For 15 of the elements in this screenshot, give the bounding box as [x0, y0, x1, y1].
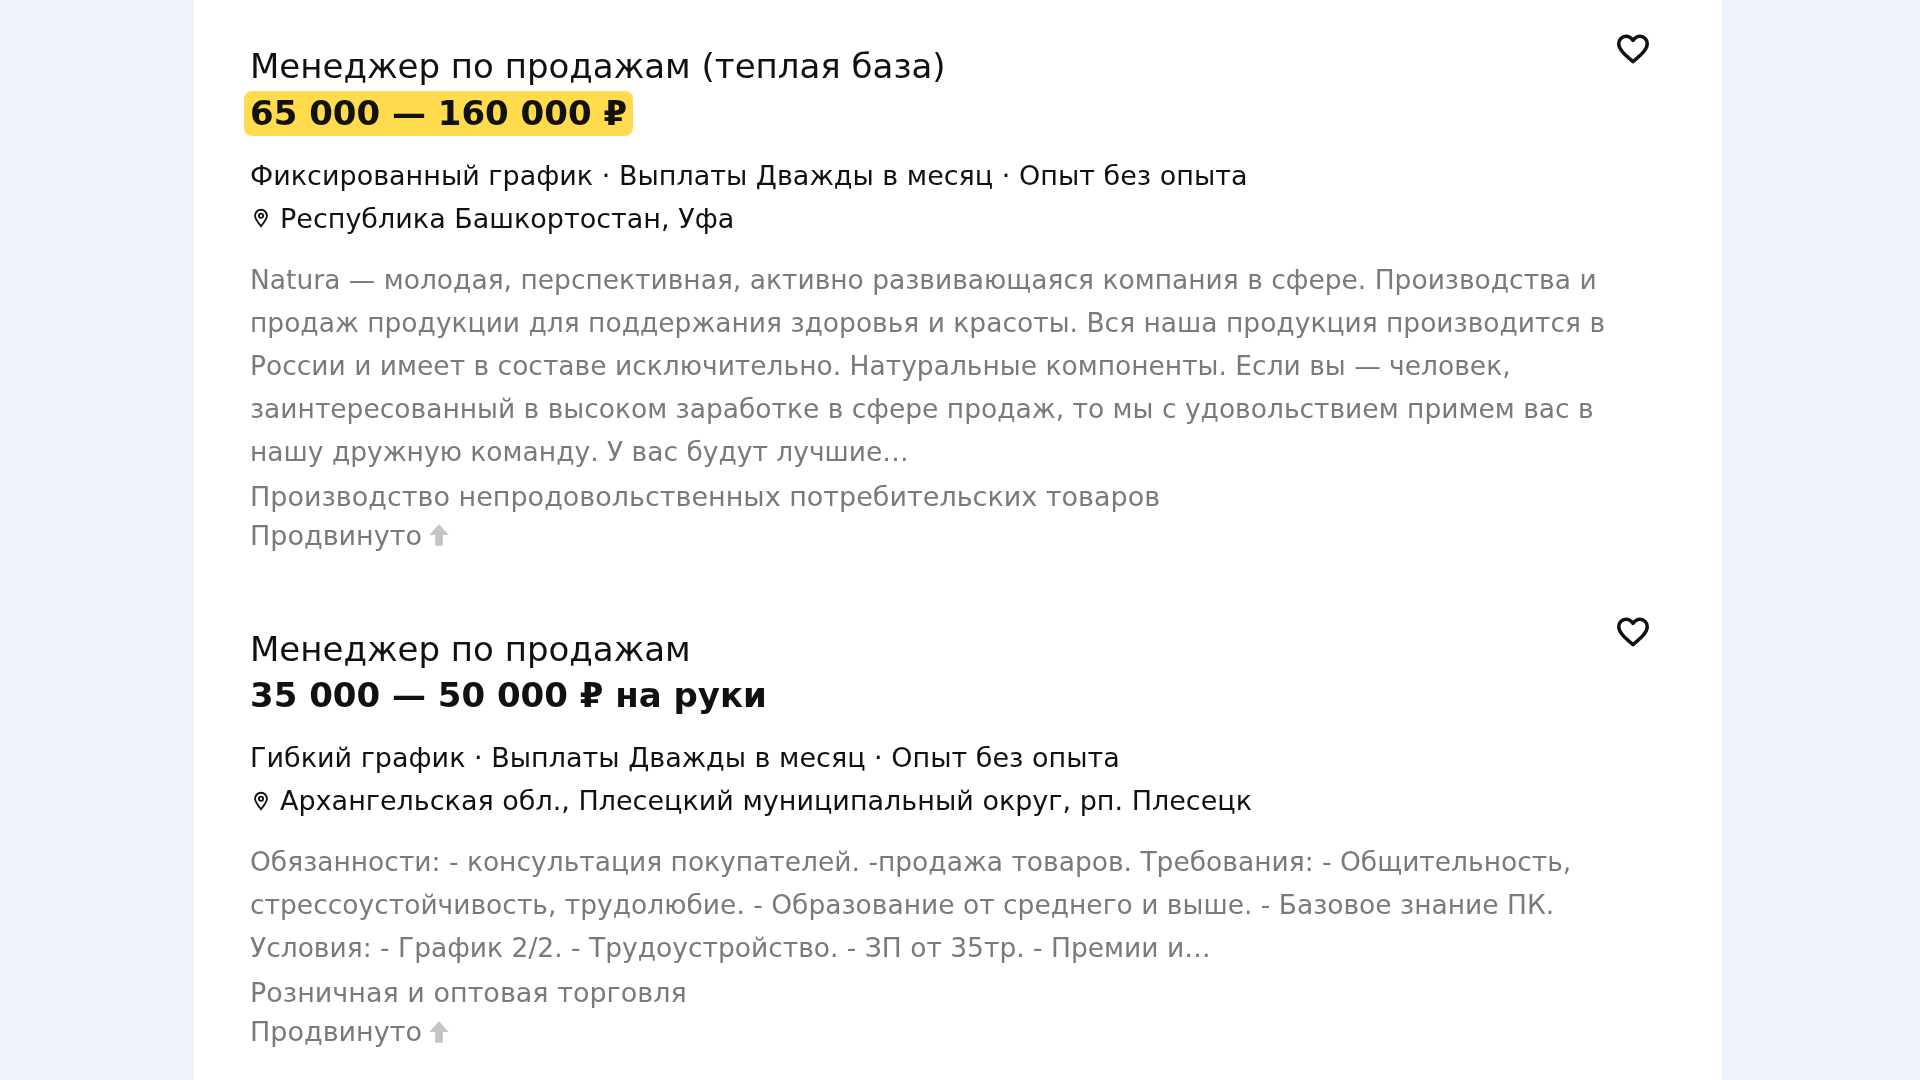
vacancy-conditions: Гибкий график · Выплаты Дважды в месяц · Опыт без опыта	[250, 742, 1121, 774]
up-arrow-icon	[427, 522, 450, 549]
location-text: Архангельская обл., Плесецкий муниципальный округ, рп. Плесецк	[280, 785, 1252, 817]
promoted-label: Продвинуто	[250, 1016, 422, 1048]
salary: 35 000 — 50 000 ₽ на руки	[250, 674, 768, 718]
location-text: Республика Башкортостан, Уфа	[280, 202, 735, 234]
vacancy-description: Natura — молодая, перспективная, активно развивающаяся компания в сфере. Производства и продаж продукции для поддержания здоровья и красоты. Вся наша продукция производится в России и имеет в составе исключительно. Натуральные компоненты. Если вы — человек, заинтересованный в высоком заработке в сфере продаж, то мы с удовольствием примем вас в нашу дружную команду. У вас будут лучшие…	[250, 262, 1607, 469]
vacancy-title[interactable]: Менеджер по продажам (теплая база)	[250, 46, 946, 87]
vacancy-description: Обязанности: - консультация покупателей. -продажа товаров. Требования: - Общительность, стрессоустойчивость, трудолюбие. - Образование от среднего и выше. - Базовое знание ПК. Условия: - График 2/2. - Трудоустройство. - ЗП от 35тр. - Премии и…	[250, 845, 1573, 966]
industry-text: Производство непродовольственных потребительских товаров	[250, 480, 1162, 512]
industry-text: Розничная и оптовая торговля	[250, 977, 688, 1009]
vacancy-title[interactable]: Менеджер по продажам	[250, 628, 691, 670]
salary: 65 000 — 160 000 ₽	[244, 90, 634, 136]
promoted-label: Продвинуто	[250, 519, 422, 551]
vacancy-conditions: Фиксированный график · Выплаты Дважды в месяц · Опыт без опыта	[250, 159, 1249, 191]
